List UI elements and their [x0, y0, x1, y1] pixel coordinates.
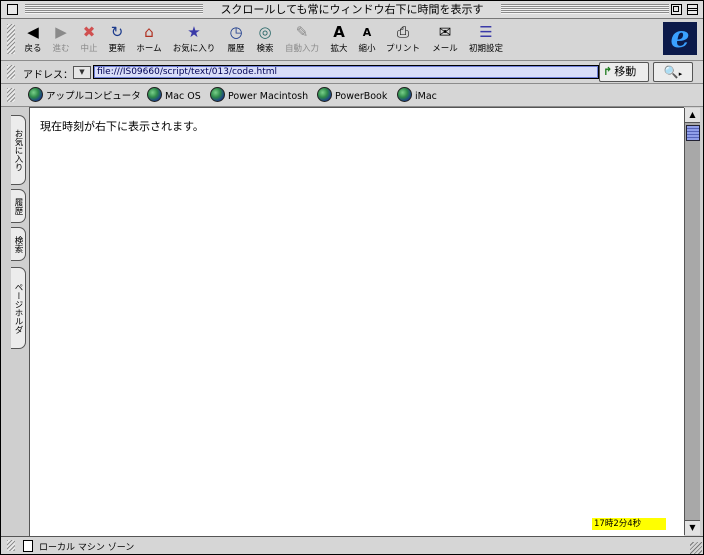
chevron-down-icon: ▼ [79, 68, 85, 76]
collapse-box[interactable] [687, 4, 698, 15]
enlarge-button[interactable]: A 拡大 [327, 23, 351, 57]
favorite-link[interactable]: PowerBook [317, 87, 387, 103]
globe-icon [147, 87, 162, 102]
mail-button[interactable]: ✉ メール [429, 23, 461, 57]
toolbar-grip[interactable] [7, 24, 15, 54]
favorites-bar-grip[interactable] [7, 88, 15, 102]
title-stripes-left [25, 4, 203, 14]
history-icon: ◷ [229, 23, 243, 41]
address-bar-grip[interactable] [7, 65, 15, 79]
reduce-icon: A [362, 26, 372, 39]
favorite-link[interactable]: iMac [397, 87, 437, 103]
go-button-label: 移動 [614, 65, 637, 78]
page-content[interactable]: 現在時刻が右下に表示されます。 17時2分4秒 [29, 107, 684, 536]
preferences-icon: ☰ [479, 23, 493, 41]
close-box[interactable] [7, 4, 18, 15]
globe-icon [210, 87, 225, 102]
scroll-up-arrow-icon[interactable]: ▲ [685, 108, 700, 123]
favorites-bar: アップルコンピュータ Mac OS Power Macintosh PowerB… [1, 84, 703, 107]
favorite-link[interactable]: Mac OS [147, 87, 201, 103]
preferences-button[interactable]: ☰ 初期設定 [465, 23, 507, 57]
address-input[interactable]: file:///IS09660/script/text/013/code.htm… [93, 65, 599, 79]
scroll-down-arrow-icon[interactable]: ▼ [685, 520, 700, 535]
favorite-link[interactable]: Power Macintosh [210, 87, 308, 103]
enlarge-icon: A [333, 23, 345, 41]
scroll-thumb[interactable] [686, 125, 700, 141]
home-icon: ⌂ [144, 23, 154, 41]
title-bar[interactable]: スクロールしても常にウィンドウ右下に時間を表示す [1, 1, 703, 19]
autofill-button[interactable]: ✎ 自動入力 [281, 23, 323, 57]
printer-icon: ⎙ [396, 23, 409, 41]
zoom-box[interactable] [671, 4, 682, 15]
browser-window: スクロールしても常にウィンドウ右下に時間を表示す ◀ 戻る ▶ 進む ✖ 中止 … [0, 0, 704, 555]
document-icon [23, 540, 33, 552]
vertical-scrollbar[interactable]: ▲ ▼ [684, 108, 700, 535]
globe-icon [317, 87, 332, 102]
go-arrow-icon: ↱ [603, 65, 613, 78]
status-bar: ローカル マシン ゾーン [1, 536, 703, 554]
home-button[interactable]: ⌂ ホーム [133, 23, 165, 57]
address-dropdown-button[interactable]: ▼ [73, 66, 91, 79]
clock-display: 17時2分4秒 [592, 518, 666, 530]
stop-icon: ✖ [82, 23, 96, 41]
back-icon: ◀ [27, 23, 39, 41]
tab-page-holder[interactable]: ページホルダ [11, 267, 26, 349]
refresh-icon: ↻ [110, 23, 124, 41]
resize-grip-icon[interactable] [690, 542, 702, 554]
tab-search[interactable]: 検索 [11, 227, 26, 261]
reduce-button[interactable]: A 縮小 [355, 23, 379, 57]
address-label: アドレス： [23, 70, 73, 81]
forward-icon: ▶ [55, 23, 67, 41]
stop-button[interactable]: ✖ 中止 [77, 23, 101, 57]
tab-history[interactable]: 履歴 [11, 189, 26, 223]
toolbar: ◀ 戻る ▶ 進む ✖ 中止 ↻ 更新 ⌂ ホーム ★ お気に入り ◷ 履歴 ◎ [1, 19, 703, 61]
explorer-bar-tabs: お気に入り 履歴 検索 ページホルダ [1, 107, 29, 536]
favorites-icon: ★ [187, 23, 201, 41]
mail-icon: ✉ [438, 23, 452, 41]
search-button[interactable]: ◎ 検索 [253, 23, 277, 57]
page-text: 現在時刻が右下に表示されます。 [40, 120, 204, 133]
forward-button[interactable]: ▶ 進む [49, 23, 73, 57]
print-button[interactable]: ⎙ プリント [383, 23, 423, 57]
autofill-icon: ✎ [295, 23, 309, 41]
magnifier-icon: 🔍 [663, 65, 679, 79]
go-button[interactable]: ↱ 移動 [599, 62, 649, 82]
history-button[interactable]: ◷ 履歴 [223, 23, 249, 57]
refresh-button[interactable]: ↻ 更新 [105, 23, 129, 57]
tab-favorites[interactable]: お気に入り [11, 115, 26, 185]
ie-logo-icon[interactable]: e [663, 22, 697, 55]
globe-icon [28, 87, 43, 102]
search-icon: ◎ [258, 23, 272, 41]
title-stripes-right [501, 4, 669, 14]
status-bar-grip [7, 540, 15, 551]
address-bar: アドレス： ▼ file:///IS09660/script/text/013/… [1, 61, 703, 84]
page-search-button[interactable]: 🔍▸ [653, 62, 693, 82]
favorites-button[interactable]: ★ お気に入り [171, 23, 217, 57]
globe-icon [397, 87, 412, 102]
favorite-link[interactable]: アップルコンピュータ [28, 87, 141, 103]
window-title: スクロールしても常にウィンドウ右下に時間を表示す [203, 2, 501, 17]
back-button[interactable]: ◀ 戻る [21, 23, 45, 57]
security-zone-text: ローカル マシン ゾーン [39, 543, 135, 553]
